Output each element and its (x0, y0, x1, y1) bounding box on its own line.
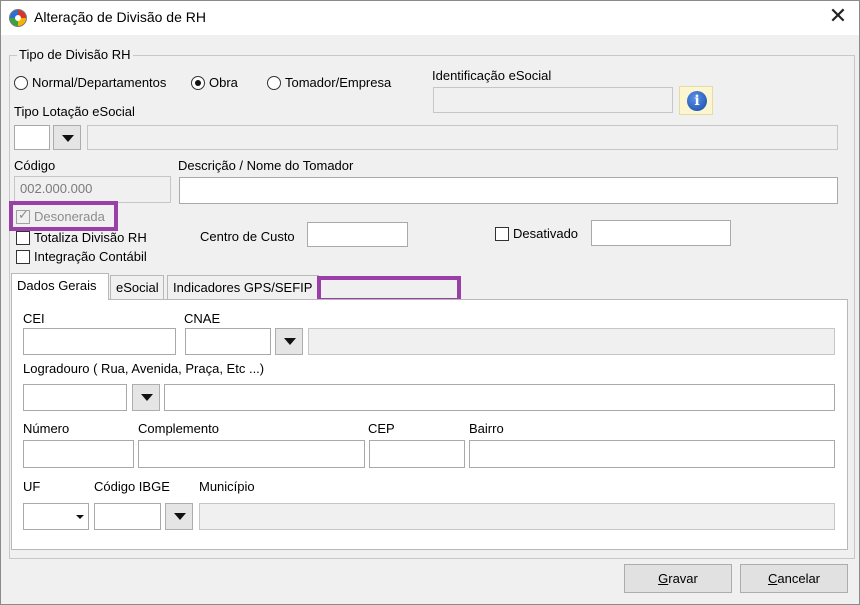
info-icon: i (687, 91, 707, 111)
cep-input[interactable] (369, 440, 465, 468)
desativado-date-input[interactable] (591, 220, 731, 246)
cnae-description-field (308, 328, 835, 355)
tipo-lotacao-code-input[interactable] (14, 125, 50, 150)
desativado-checkbox[interactable] (495, 227, 509, 241)
cep-label: CEP (368, 421, 395, 436)
logradouro-input[interactable] (164, 384, 835, 411)
municipio-label: Município (199, 479, 255, 494)
codigo-field: 002.000.000 (14, 176, 171, 203)
dialog-window: Alteração de Divisão de RH ✕ Tipo de Div… (0, 0, 860, 605)
gravar-label-rest: ravar (668, 571, 698, 586)
complemento-label: Complemento (138, 421, 219, 436)
cancelar-accel-letter: C (767, 571, 778, 586)
logradouro-type-input[interactable] (23, 384, 127, 411)
descricao-input[interactable] (179, 177, 838, 204)
centro-custo-input[interactable] (307, 222, 408, 247)
bairro-input[interactable] (469, 440, 835, 468)
descricao-label: Descrição / Nome do Tomador (178, 158, 354, 173)
tab-indicadores-gps-sefip[interactable]: Indicadores GPS/SEFIP (167, 275, 319, 299)
cancelar-button[interactable]: Cancelar (740, 564, 848, 593)
uf-label: UF (23, 479, 41, 494)
gravar-accel-letter: G (658, 571, 669, 586)
cei-label: CEI (23, 311, 45, 326)
identificacao-esocial-field (433, 87, 673, 113)
cancelar-label-rest: ancelar (777, 571, 821, 586)
codigo-ibge-dropdown-button[interactable] (165, 503, 193, 530)
centro-custo-label: Centro de Custo (200, 229, 295, 244)
title-bar: Alteração de Divisão de RH ✕ (1, 1, 859, 35)
radio-label-obra: Obra (209, 75, 238, 90)
identificacao-esocial-label: Identificação eSocial (432, 68, 552, 83)
groupbox-title: Tipo de Divisão RH (17, 47, 133, 62)
radio-label-normal: Normal/Departamentos (32, 75, 167, 90)
cnae-dropdown-button[interactable] (275, 328, 303, 355)
totaliza-divisao-label: Totaliza Divisão RH (34, 230, 147, 245)
cnae-input[interactable] (185, 328, 271, 355)
desonerada-highlight-box (9, 201, 118, 231)
close-icon[interactable]: ✕ (823, 3, 853, 31)
municipio-field (199, 503, 835, 530)
desativado-label: Desativado (513, 226, 579, 241)
numero-label: Número (23, 421, 70, 436)
radio-label-tomador: Tomador/Empresa (285, 75, 392, 90)
integracao-contabil-label: Integração Contábil (34, 249, 147, 264)
codigo-ibge-label: Código IBGE (94, 479, 170, 494)
cei-input[interactable] (23, 328, 176, 355)
totaliza-divisao-checkbox[interactable] (16, 231, 30, 245)
tipo-lotacao-dropdown-button[interactable] (53, 125, 81, 150)
complemento-input[interactable] (138, 440, 365, 468)
tipo-lotacao-description-field (87, 125, 838, 150)
tipo-lotacao-label: Tipo Lotação eSocial (14, 104, 135, 119)
tab-dados-gerais[interactable]: Dados Gerais (11, 273, 109, 300)
cnae-label: CNAE (184, 311, 221, 326)
uf-select[interactable] (23, 503, 89, 530)
radio-tomador-empresa[interactable] (267, 76, 281, 90)
numero-input[interactable] (23, 440, 134, 468)
codigo-label: Código (14, 158, 56, 173)
tab-esocial[interactable]: eSocial (110, 275, 164, 299)
info-button[interactable]: i (679, 86, 713, 115)
logradouro-label: Logradouro ( Rua, Avenida, Praça, Etc ..… (23, 361, 265, 376)
integracao-contabil-checkbox[interactable] (16, 250, 30, 264)
codigo-ibge-input[interactable] (94, 503, 161, 530)
window-title: Alteração de Divisão de RH (34, 9, 206, 25)
app-logo-icon (9, 9, 27, 27)
bairro-label: Bairro (469, 421, 504, 436)
gravar-button[interactable]: Gravar (624, 564, 732, 593)
radio-obra[interactable] (191, 76, 205, 90)
logradouro-dropdown-button[interactable] (132, 384, 160, 411)
radio-normal-departamentos[interactable] (14, 76, 28, 90)
